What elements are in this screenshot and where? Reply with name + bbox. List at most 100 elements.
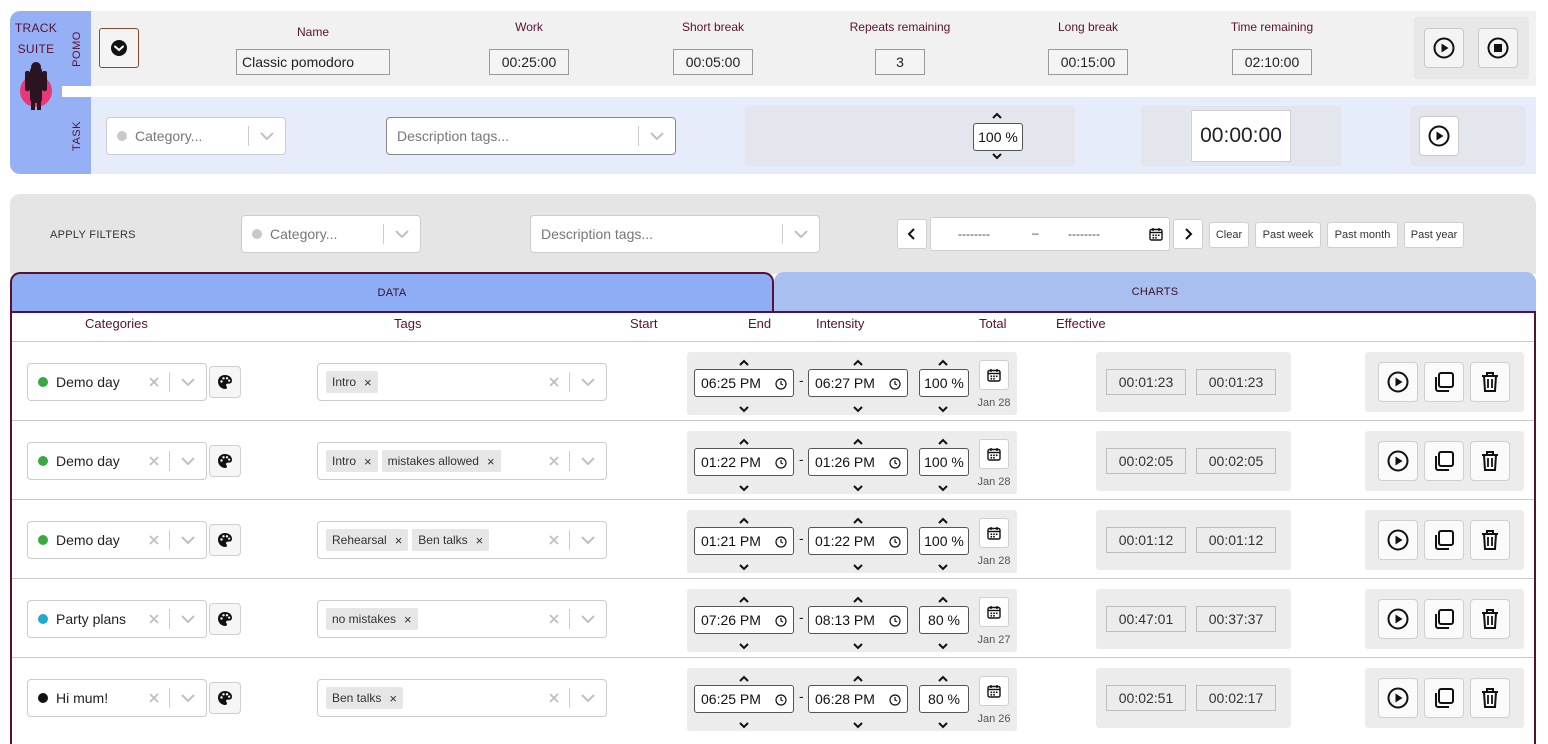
remove-tag-icon[interactable]: × bbox=[387, 533, 409, 548]
clear-icon[interactable] bbox=[139, 614, 169, 624]
start-up-icon[interactable] bbox=[738, 434, 750, 445]
chevron-down-icon[interactable] bbox=[570, 378, 606, 386]
row-duplicate-button[interactable] bbox=[1424, 520, 1464, 560]
row-play-button[interactable] bbox=[1378, 520, 1418, 560]
intensity-up-icon[interactable] bbox=[937, 671, 949, 682]
end-up-icon[interactable] bbox=[852, 355, 864, 366]
end-up-icon[interactable] bbox=[852, 592, 864, 603]
row-tags-select[interactable]: no mistakes × bbox=[317, 600, 607, 638]
start-down-icon[interactable] bbox=[738, 638, 750, 650]
clock-icon[interactable] bbox=[889, 693, 901, 709]
chevron-down-icon[interactable] bbox=[639, 132, 675, 140]
start-down-icon[interactable] bbox=[738, 401, 750, 413]
row-end-input[interactable]: 08:13 PM bbox=[808, 606, 908, 634]
pomo-stop-button[interactable] bbox=[1478, 28, 1518, 68]
calendar-icon[interactable] bbox=[1149, 227, 1163, 241]
pomo-short-break-field[interactable]: 00:05:00 bbox=[673, 49, 753, 75]
remove-tag-icon[interactable]: × bbox=[356, 375, 378, 390]
start-down-icon[interactable] bbox=[738, 559, 750, 571]
end-down-icon[interactable] bbox=[852, 717, 864, 729]
date-prev-button[interactable] bbox=[897, 219, 927, 249]
pomo-long-break-field[interactable]: 00:15:00 bbox=[1048, 49, 1128, 75]
row-start-input[interactable]: 01:22 PM bbox=[694, 448, 794, 476]
intensity-up-icon[interactable] bbox=[991, 111, 1003, 121]
row-tags-select[interactable]: Intro × bbox=[317, 363, 607, 401]
task-play-button[interactable] bbox=[1419, 116, 1459, 156]
row-date-button[interactable] bbox=[979, 360, 1009, 390]
pomo-work-field[interactable]: 00:25:00 bbox=[489, 49, 569, 75]
task-tags-select[interactable]: Description tags... bbox=[386, 117, 676, 155]
tab-data[interactable]: DATA bbox=[10, 272, 774, 312]
row-category-select[interactable]: Demo day bbox=[27, 363, 207, 401]
clear-icon[interactable] bbox=[539, 535, 569, 545]
color-palette-button[interactable] bbox=[209, 603, 241, 635]
remove-tag-icon[interactable]: × bbox=[479, 454, 501, 469]
intensity-down-icon[interactable] bbox=[937, 717, 949, 729]
chevron-down-icon[interactable] bbox=[783, 230, 819, 238]
row-date-button[interactable] bbox=[979, 597, 1009, 627]
clock-icon[interactable] bbox=[775, 377, 787, 393]
clear-icon[interactable] bbox=[539, 377, 569, 387]
clock-icon[interactable] bbox=[775, 693, 787, 709]
clock-icon[interactable] bbox=[889, 377, 901, 393]
date-next-button[interactable] bbox=[1173, 219, 1203, 249]
pomo-preset-dropdown-button[interactable] bbox=[99, 28, 139, 68]
chevron-down-icon[interactable] bbox=[170, 694, 206, 702]
clear-icon[interactable] bbox=[139, 456, 169, 466]
row-date-button[interactable] bbox=[979, 439, 1009, 469]
intensity-down-icon[interactable] bbox=[937, 638, 949, 650]
row-category-select[interactable]: Hi mum! bbox=[27, 679, 207, 717]
remove-tag-icon[interactable]: × bbox=[396, 612, 418, 627]
row-intensity-input[interactable]: 100 % bbox=[919, 448, 969, 476]
tab-charts[interactable]: CHARTS bbox=[774, 272, 1536, 312]
chevron-down-icon[interactable] bbox=[170, 536, 206, 544]
chevron-down-icon[interactable] bbox=[170, 615, 206, 623]
intensity-down-icon[interactable] bbox=[937, 401, 949, 413]
chevron-down-icon[interactable] bbox=[570, 694, 606, 702]
row-end-input[interactable]: 01:22 PM bbox=[808, 527, 908, 555]
clear-icon[interactable] bbox=[139, 535, 169, 545]
row-start-input[interactable]: 06:25 PM bbox=[694, 685, 794, 713]
start-up-icon[interactable] bbox=[738, 355, 750, 366]
intensity-down-icon[interactable] bbox=[937, 559, 949, 571]
remove-tag-icon[interactable]: × bbox=[356, 454, 378, 469]
row-delete-button[interactable] bbox=[1470, 362, 1510, 402]
filter-category-select[interactable]: Category... bbox=[241, 215, 421, 253]
clock-icon[interactable] bbox=[889, 535, 901, 551]
clear-icon[interactable] bbox=[539, 456, 569, 466]
row-intensity-input[interactable]: 100 % bbox=[919, 369, 969, 397]
clock-icon[interactable] bbox=[775, 614, 787, 630]
chevron-down-icon[interactable] bbox=[570, 615, 606, 623]
start-up-icon[interactable] bbox=[738, 513, 750, 524]
row-tags-select[interactable]: Ben talks × bbox=[317, 679, 607, 717]
intensity-down-icon[interactable] bbox=[991, 151, 1003, 161]
chevron-down-icon[interactable] bbox=[570, 536, 606, 544]
pomo-repeats-field[interactable]: 3 bbox=[875, 49, 925, 75]
chevron-down-icon[interactable] bbox=[384, 230, 420, 238]
row-category-select[interactable]: Demo day bbox=[27, 521, 207, 559]
intensity-up-icon[interactable] bbox=[937, 513, 949, 524]
row-intensity-input[interactable]: 80 % bbox=[919, 606, 969, 634]
color-palette-button[interactable] bbox=[209, 445, 241, 477]
clear-icon[interactable] bbox=[139, 377, 169, 387]
start-up-icon[interactable] bbox=[738, 671, 750, 682]
row-play-button[interactable] bbox=[1378, 441, 1418, 481]
clear-filter-button[interactable]: Clear bbox=[1209, 222, 1249, 248]
intensity-up-icon[interactable] bbox=[937, 355, 949, 366]
row-end-input[interactable]: 01:26 PM bbox=[808, 448, 908, 476]
end-down-icon[interactable] bbox=[852, 559, 864, 571]
date-from-value[interactable]: -------- bbox=[958, 227, 990, 241]
row-tags-select[interactable]: Rehearsal × Ben talks × bbox=[317, 521, 607, 559]
row-intensity-input[interactable]: 80 % bbox=[919, 685, 969, 713]
row-delete-button[interactable] bbox=[1470, 678, 1510, 718]
clock-icon[interactable] bbox=[889, 614, 901, 630]
intensity-up-icon[interactable] bbox=[937, 592, 949, 603]
clear-icon[interactable] bbox=[139, 693, 169, 703]
chevron-down-icon[interactable] bbox=[170, 457, 206, 465]
color-palette-button[interactable] bbox=[209, 524, 241, 556]
row-start-input[interactable]: 06:25 PM bbox=[694, 369, 794, 397]
row-start-input[interactable]: 07:26 PM bbox=[694, 606, 794, 634]
clock-icon[interactable] bbox=[889, 456, 901, 472]
past-year-button[interactable]: Past year bbox=[1404, 222, 1464, 248]
end-down-icon[interactable] bbox=[852, 480, 864, 492]
